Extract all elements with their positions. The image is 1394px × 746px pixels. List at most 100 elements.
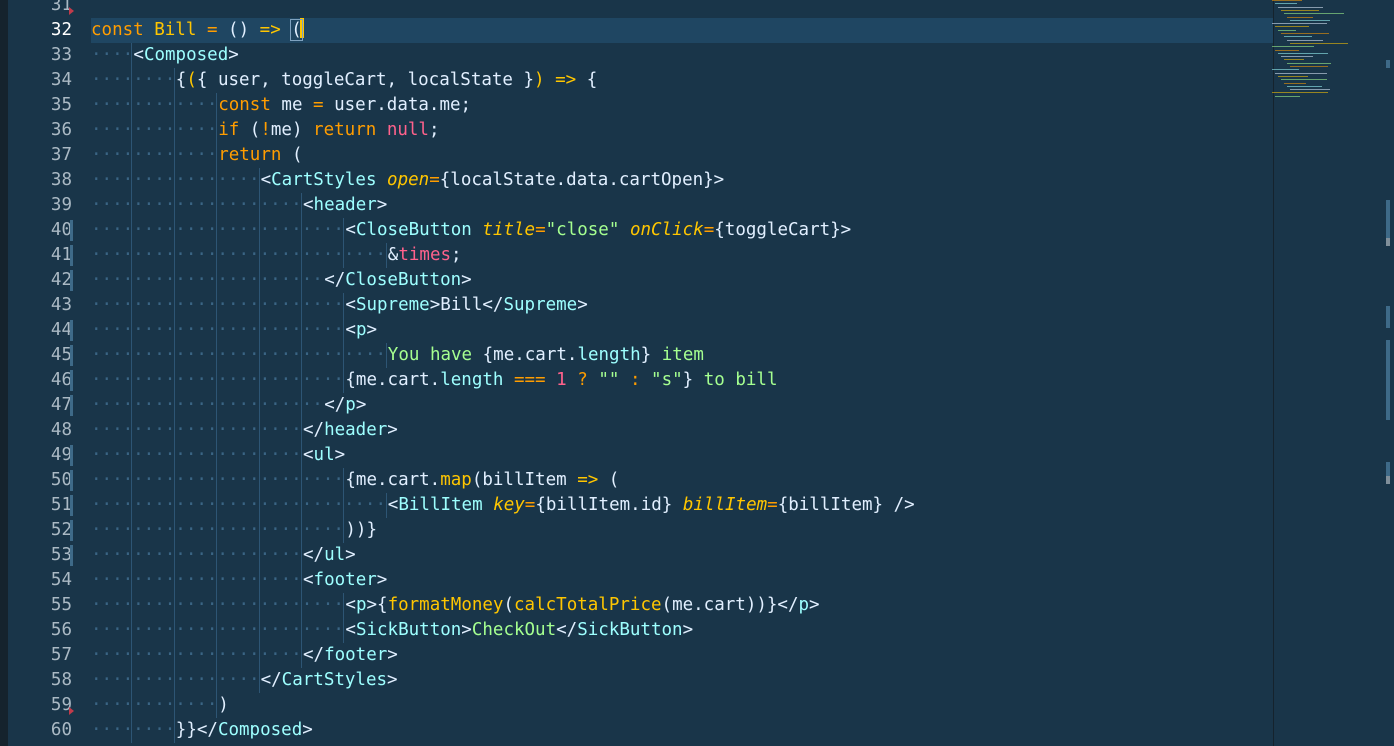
code-line[interactable]: ······················ </CloseButton> bbox=[91, 268, 1271, 293]
gutter-row[interactable]: 39 bbox=[8, 193, 80, 218]
gutter-row[interactable]: 51 bbox=[8, 493, 80, 518]
indent-guide bbox=[258, 393, 260, 418]
indent-guide bbox=[216, 168, 218, 193]
vertical-scrollbar[interactable] bbox=[1384, 0, 1394, 746]
code-line[interactable]: ······················ </p> bbox=[91, 393, 1271, 418]
gutter-row[interactable]: 37 bbox=[8, 143, 80, 168]
code-line[interactable]: ························ <p> bbox=[91, 318, 1271, 343]
minimap[interactable] bbox=[1270, 0, 1370, 110]
git-modified-indicator bbox=[70, 495, 73, 516]
gutter-row[interactable]: 46 bbox=[8, 368, 80, 393]
code-line[interactable]: ························ <p>{formatMoney(… bbox=[91, 593, 1271, 618]
gutter-row[interactable]: 59 bbox=[8, 693, 80, 718]
gutter-row[interactable]: 41 bbox=[8, 243, 80, 268]
gutter-row[interactable]: 44 bbox=[8, 318, 80, 343]
indent-guide bbox=[258, 493, 260, 518]
indent-guide bbox=[131, 443, 133, 468]
code-token: if bbox=[218, 120, 240, 140]
code-line[interactable]: ···· <Composed> bbox=[91, 43, 1271, 68]
gutter-row[interactable]: 58 bbox=[8, 668, 80, 693]
code-line[interactable]: ············) bbox=[91, 693, 1271, 718]
code-line[interactable]: ········{({ user, toggleCart, localState… bbox=[91, 68, 1271, 93]
code-token: </ bbox=[556, 620, 578, 640]
code-editor[interactable]: 31 32 33 34 35 36 37 38 39 40 41 42 43 44 45 46 47 48 49 50… bbox=[0, 0, 1394, 746]
code-token: "" bbox=[598, 370, 620, 390]
code-token: < bbox=[345, 295, 356, 315]
code-line[interactable]: ···················· <ul> bbox=[91, 443, 1271, 468]
gutter-row[interactable]: 42 bbox=[8, 268, 80, 293]
code-line[interactable] bbox=[91, 0, 1271, 18]
indent-whitespace: ······················ bbox=[91, 270, 323, 290]
gutter-row[interactable]: 49 bbox=[8, 443, 80, 468]
indent-guide bbox=[131, 493, 133, 518]
code-line[interactable]: ························ <SickButton>Chec… bbox=[91, 618, 1271, 643]
code-line[interactable]: ···················· <header> bbox=[91, 193, 1271, 218]
indent-guide bbox=[301, 368, 302, 393]
gutter-row[interactable]: 33 bbox=[8, 43, 80, 68]
gutter-row[interactable]: 57 bbox=[8, 643, 80, 668]
minimap-line bbox=[1272, 92, 1328, 94]
code-area[interactable]: const Bill = () => (···· <Composed> ······… bbox=[91, 0, 1273, 746]
code-line[interactable]: ························))} bbox=[91, 518, 1271, 543]
code-token: length bbox=[577, 345, 641, 365]
git-modified-indicator bbox=[70, 270, 73, 291]
gutter-row[interactable]: 54 bbox=[8, 568, 80, 593]
code-line[interactable]: ························ {me.cart.length … bbox=[91, 368, 1271, 393]
gutter-row[interactable]: 40 bbox=[8, 218, 80, 243]
gutter-row[interactable]: 32 bbox=[8, 18, 80, 43]
code-token: p bbox=[345, 395, 356, 415]
gutter-row[interactable]: 55 bbox=[8, 593, 80, 618]
code-line[interactable]: ···················· </footer> bbox=[91, 643, 1271, 668]
gutter-row[interactable]: 56 bbox=[8, 618, 80, 643]
code-line[interactable]: ················ <CartStyles open={localS… bbox=[91, 168, 1271, 193]
code-line[interactable]: ························ <Supreme>Bill</S… bbox=[91, 293, 1271, 318]
indent-whitespace: ········ bbox=[91, 70, 176, 90]
indent-whitespace: ············ bbox=[91, 120, 218, 140]
code-token: ; bbox=[451, 245, 462, 265]
indent-whitespace: ············ bbox=[91, 145, 218, 165]
fold-marker-icon[interactable] bbox=[69, 707, 74, 715]
code-line[interactable]: ···························· You have {me… bbox=[91, 343, 1271, 368]
code-line[interactable]: ···························· &times; bbox=[91, 243, 1271, 268]
indent-whitespace: ························ bbox=[91, 470, 344, 490]
gutter-row[interactable]: 60 bbox=[8, 718, 80, 743]
gutter-row[interactable]: 47 bbox=[8, 393, 80, 418]
code-token: > bbox=[809, 595, 820, 615]
code-line[interactable]: ············ return ( bbox=[91, 143, 1271, 168]
code-line[interactable]: ···················· <footer> bbox=[91, 568, 1271, 593]
minimap-line bbox=[1284, 82, 1306, 84]
code-line[interactable]: ···························· <BillItem ke… bbox=[91, 493, 1271, 518]
indent-whitespace: ···························· bbox=[91, 495, 387, 515]
gutter-row[interactable]: 50 bbox=[8, 468, 80, 493]
gutter-row[interactable]: 43 bbox=[8, 293, 80, 318]
gutter-row[interactable]: 34 bbox=[8, 68, 80, 93]
gutter-row[interactable]: 36 bbox=[8, 118, 80, 143]
code-token: Supreme bbox=[503, 295, 578, 315]
gutter-row[interactable]: 52 bbox=[8, 518, 80, 543]
gutter-row[interactable]: 53 bbox=[8, 543, 80, 568]
code-line[interactable]: ···················· </header> bbox=[91, 418, 1271, 443]
code-line[interactable]: ········}}</Composed> bbox=[91, 718, 1271, 743]
gutter-row[interactable]: 48 bbox=[8, 418, 80, 443]
code-line[interactable]: ························ {me.cart.map(bil… bbox=[91, 468, 1271, 493]
gutter-row[interactable]: 45 bbox=[8, 343, 80, 368]
line-number: 50 bbox=[50, 470, 72, 490]
code-line[interactable]: ············ const me = user.data.me; bbox=[91, 93, 1271, 118]
indent-guide bbox=[216, 343, 218, 368]
gutter-row[interactable]: 38 bbox=[8, 168, 80, 193]
code-line[interactable]: ···················· </ul> bbox=[91, 543, 1271, 568]
indent-guide bbox=[131, 293, 133, 318]
line-number: 44 bbox=[50, 320, 72, 340]
gutter-row[interactable]: 31 bbox=[8, 0, 80, 18]
code-token: < bbox=[345, 595, 356, 615]
fold-marker-icon[interactable] bbox=[69, 7, 74, 15]
gutter-row[interactable]: 35 bbox=[8, 93, 80, 118]
code-line[interactable]: ············ if (!me) return null; bbox=[91, 118, 1271, 143]
active-code-line[interactable]: const Bill = () => ( bbox=[91, 18, 1273, 43]
code-token: header bbox=[324, 420, 388, 440]
code-line[interactable]: ························ <CloseButton tit… bbox=[91, 218, 1271, 243]
code-line[interactable]: ················ </CartStyles> bbox=[91, 668, 1271, 693]
code-token: p bbox=[798, 595, 810, 615]
code-token: : bbox=[629, 370, 641, 390]
